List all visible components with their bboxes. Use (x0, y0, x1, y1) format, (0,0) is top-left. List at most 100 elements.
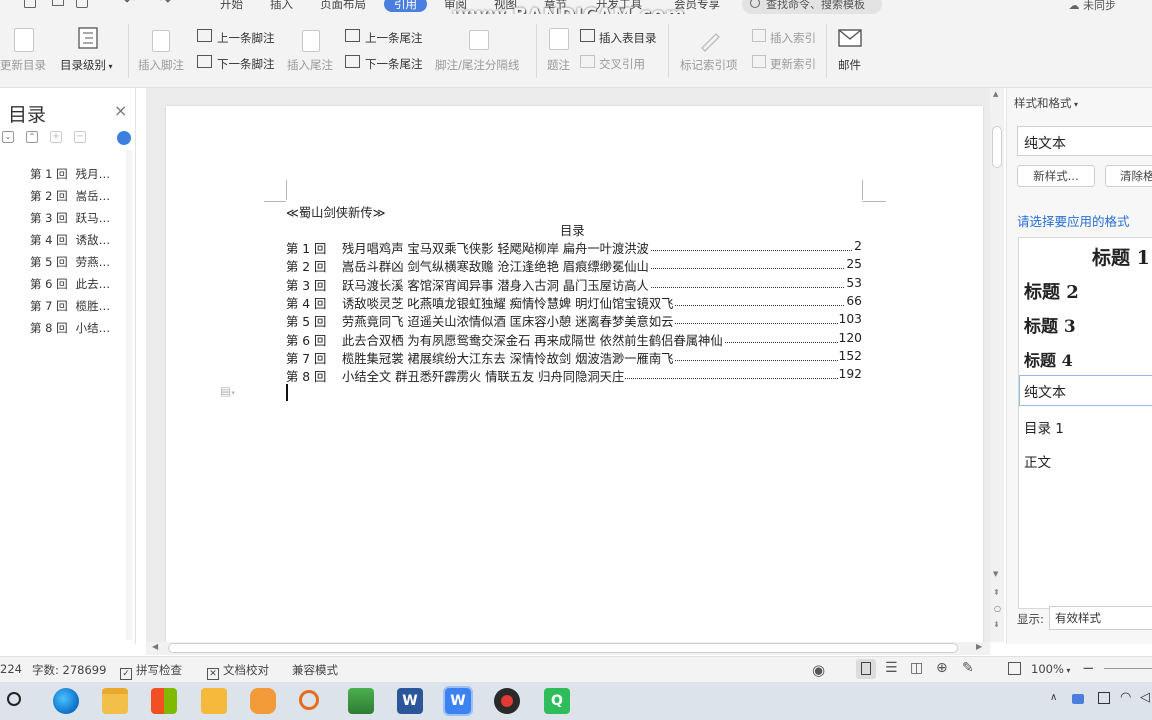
toc-entry[interactable]: 第 8 回小结全文 群丑悉歼霹雳火 情联五友 归舟同隐洞天庄 192 (286, 367, 862, 386)
insert-table-of-figures-button[interactable]: 插入表目录 (599, 30, 657, 46)
zoom-slider[interactable] (1104, 668, 1152, 669)
app-icon-yellow[interactable] (201, 688, 227, 714)
toc-entry[interactable]: 第 2 回嵩岳斗群凶 剑气纵横寒敌赡 沧江逢绝艳 眉痕缥缈冕仙山 25 (286, 257, 862, 276)
paragraph-options-icon[interactable]: ▤▾ (220, 384, 235, 398)
update-toc-button[interactable]: 更新目录 (0, 57, 46, 73)
preview-icon[interactable] (76, 0, 88, 8)
horizontal-scrollbar[interactable]: ◀ ▶ (146, 642, 990, 655)
toc-entry[interactable]: 第 4 回诱敌啖灵芝 叱燕嗔龙银虹独耀 痴情怜慧婢 明灯仙馆宝镜双飞 66 (286, 293, 862, 312)
page-indicator[interactable]: 224 (0, 662, 22, 676)
toc-entry[interactable]: 第 1 回 残月唱鸡声 宝马双乘飞侠影 轻飔飐柳岸 扁舟一叶渡洪波 2 (286, 239, 862, 257)
close-icon[interactable]: × (114, 101, 127, 120)
nav-item[interactable]: 第 4 回诱敌… (30, 232, 110, 248)
styles-pane-title[interactable]: 样式和格式 ▾ (1014, 95, 1078, 111)
cross-reference-button[interactable]: 交叉引用 (599, 56, 645, 72)
scroll-up-icon[interactable]: ▲ (993, 90, 998, 98)
tab-home[interactable]: 开始 (220, 0, 243, 12)
style-toc-1[interactable]: 目录 1 (1024, 417, 1064, 437)
insert-footnote-button[interactable]: 插入脚注 (138, 57, 184, 73)
scroll-right-icon[interactable]: ▶ (976, 642, 982, 651)
expand-all-icon[interactable]: ⌃ (26, 131, 38, 143)
network-icon[interactable] (1098, 692, 1110, 704)
new-style-button[interactable]: 新样式... (1017, 165, 1095, 187)
more-options-icon[interactable] (117, 131, 131, 145)
doc-proof-toggle[interactable]: ✕ 文档校对 (207, 662, 269, 680)
nav-item[interactable]: 第 1 回残月… (30, 166, 110, 182)
tray-expand-icon[interactable]: ∧ (1050, 692, 1057, 703)
style-heading-3[interactable]: 标题 3 (1024, 312, 1076, 337)
chart-app-icon[interactable] (348, 688, 374, 714)
remove-heading-icon[interactable]: − (74, 131, 86, 143)
tab-insert[interactable]: 插入 (270, 0, 293, 12)
style-heading-1[interactable]: 标题 1 (1092, 243, 1150, 270)
sync-status[interactable]: ☁ 未同步 (1069, 0, 1117, 13)
insert-endnote-button[interactable]: 插入尾注 (287, 57, 333, 73)
nav-item[interactable]: 第 8 回小结… (30, 320, 110, 336)
undo-icon[interactable]: ↶ (124, 0, 135, 9)
toc-entry[interactable]: 第 3 回跃马渡长溪 客馆深宵闻异事 潜身入古洞 晶门玉屋访高人 53 (286, 275, 862, 294)
style-plain-text[interactable]: 纯文本 (1024, 382, 1066, 402)
fit-page-icon[interactable] (1008, 662, 1021, 675)
wifi-icon[interactable]: ◠ (1120, 690, 1131, 705)
print-icon[interactable] (52, 0, 64, 6)
note-separator-button[interactable]: 脚注/尾注分隔线 (435, 57, 519, 73)
store-icon[interactable] (151, 688, 177, 714)
wps-writer-icon[interactable]: W (443, 686, 473, 716)
next-footnote-button[interactable]: 下一条脚注 (217, 56, 275, 72)
mark-entry-button[interactable]: 标记索引项 (680, 57, 738, 73)
select-browse-icon[interactable]: ○ (994, 604, 1001, 613)
tab-references[interactable]: 引用 (384, 0, 427, 12)
word-count[interactable]: 字数: 278699 (32, 662, 106, 678)
command-search[interactable]: 查找命令、搜索模板 (742, 0, 882, 14)
search-app-icon[interactable] (299, 690, 319, 710)
file-explorer-icon[interactable] (102, 688, 128, 714)
show-styles-select[interactable]: 有效样式 (1049, 606, 1152, 630)
style-body[interactable]: 正文 (1024, 451, 1051, 471)
tab-page-layout[interactable]: 页面布局 (320, 0, 366, 12)
update-index-button[interactable]: 更新索引 (770, 56, 816, 72)
nav-item[interactable]: 第 3 回跃马… (30, 210, 110, 226)
collapse-all-icon[interactable]: ⌄ (2, 131, 14, 143)
vertical-scrollbar[interactable]: ▲ ▼ ⇞ ○ ⇟ (990, 88, 1004, 642)
tray-app-icon[interactable] (1072, 694, 1084, 704)
zoom-out-icon[interactable]: − (1082, 659, 1095, 677)
toc-entry[interactable]: 第 5 回劳燕竟同飞 迢遥关山浓情似酒 匡床容小憩 迷离春梦美意如云 103 (286, 312, 862, 331)
spell-check-toggle[interactable]: ✓ 拼写检查 (120, 662, 182, 680)
recorder-icon[interactable] (494, 688, 520, 714)
volume-icon[interactable]: ◁ (1140, 690, 1150, 705)
scroll-left-icon[interactable]: ◀ (152, 642, 158, 651)
word-icon[interactable]: W (397, 688, 423, 714)
nav-item[interactable]: 第 6 回此去… (30, 276, 110, 292)
mail-button[interactable]: 邮件 (838, 57, 861, 73)
current-style-box[interactable]: 纯文本 (1017, 126, 1152, 156)
h-scroll-thumb[interactable] (168, 643, 958, 653)
nav-scrollbar[interactable] (126, 150, 132, 640)
prev-page-icon[interactable]: ⇞ (993, 588, 1000, 597)
zoom-level[interactable]: 100% ▾ (1031, 662, 1070, 676)
style-heading-2[interactable]: 标题 2 (1024, 278, 1079, 304)
nav-item[interactable]: 第 7 回榄胜… (30, 298, 110, 314)
add-heading-icon[interactable]: + (50, 131, 62, 143)
next-page-icon[interactable]: ⇟ (993, 620, 1000, 629)
scroll-down-icon[interactable]: ▼ (993, 570, 998, 578)
next-endnote-button[interactable]: 下一条尾注 (365, 56, 423, 72)
page-view-button[interactable] (856, 659, 876, 679)
prev-footnote-button[interactable]: 上一条脚注 (217, 30, 275, 46)
caption-button[interactable]: 题注 (547, 57, 570, 73)
reading-view-icon[interactable]: ◫ (910, 660, 923, 676)
toc-level-dropdown[interactable]: 目录级别 ▾ (60, 57, 113, 73)
insert-index-button[interactable]: 插入索引 (770, 30, 816, 46)
app-icon-orange[interactable] (250, 688, 276, 714)
chat-app-icon[interactable]: Q (544, 688, 570, 714)
search-icon[interactable] (7, 692, 21, 706)
web-view-icon[interactable]: ⊕ (936, 660, 948, 676)
style-heading-4[interactable]: 标题 4 (1024, 347, 1073, 371)
redo-icon[interactable]: ↷ (160, 0, 171, 9)
scroll-thumb[interactable] (992, 126, 1002, 168)
nav-item[interactable]: 第 5 回劳燕… (30, 254, 110, 270)
eye-protect-icon[interactable]: ◉ (812, 661, 825, 679)
nav-item[interactable]: 第 2 回嵩岳… (30, 188, 110, 204)
edge-browser-icon[interactable] (53, 688, 79, 714)
toc-entry[interactable]: 第 7 回榄胜集冠裳 裙展缤纷大江东去 深情怜故剑 烟波浩渺一雁南飞 152 (286, 348, 862, 367)
prev-endnote-button[interactable]: 上一条尾注 (365, 30, 423, 46)
